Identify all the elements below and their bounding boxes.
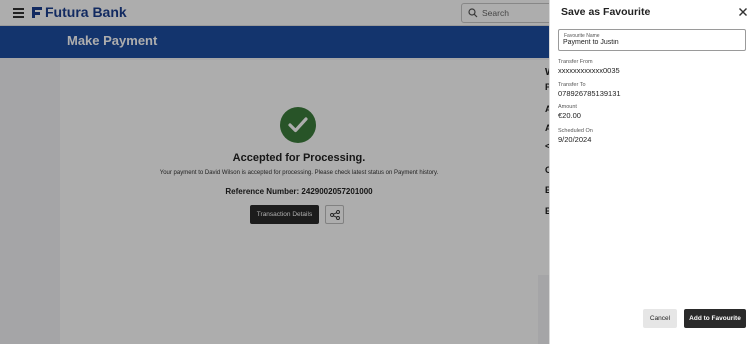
transfer-from-label: Transfer From — [558, 59, 593, 65]
favourite-name-input[interactable] — [563, 39, 741, 46]
transfer-from-value: xxxxxxxxxxxx0035 — [558, 66, 620, 75]
close-icon[interactable] — [738, 7, 748, 17]
favourite-name-field[interactable]: Favourite Name — [558, 29, 746, 51]
transfer-to-label: Transfer To — [558, 82, 586, 88]
cancel-button[interactable]: Cancel — [643, 309, 677, 328]
drawer-title: Save as Favourite — [561, 6, 651, 18]
scheduled-on-label: Scheduled On — [558, 128, 593, 134]
transfer-to-value: 078926785139131 — [558, 89, 621, 98]
scheduled-on-value: 9/20/2024 — [558, 135, 592, 144]
add-to-favourite-button[interactable]: Add to Favourite — [684, 309, 746, 328]
save-as-favourite-drawer: Save as Favourite Favourite Name Transfe… — [549, 0, 753, 344]
amount-label: Amount — [558, 104, 577, 110]
amount-value: €20.00 — [558, 111, 581, 120]
